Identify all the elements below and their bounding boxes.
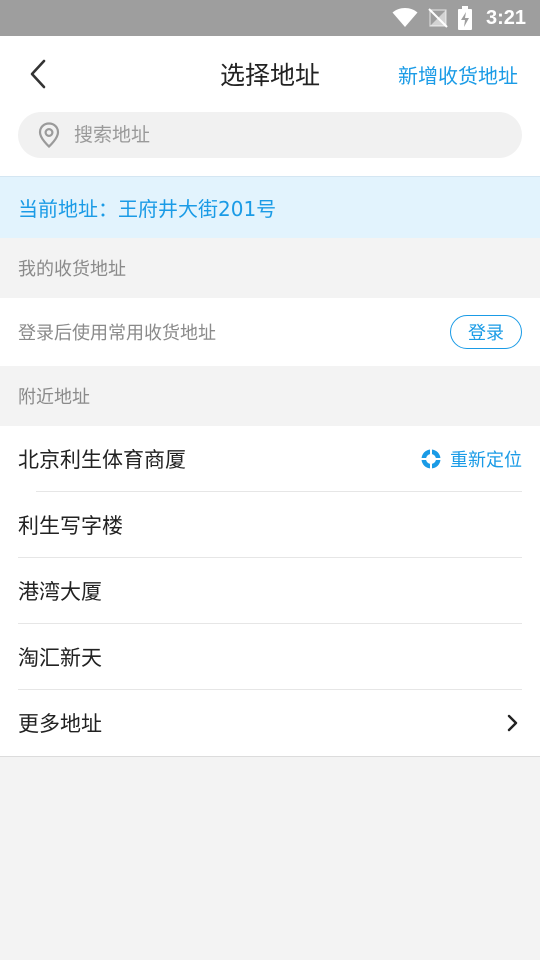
no-signal-icon	[428, 8, 448, 28]
more-addresses-item[interactable]: 更多地址	[0, 690, 540, 756]
locate-crosshair-icon	[420, 448, 442, 470]
list-item-label: 北京利生体育商厦	[18, 448, 186, 472]
search-section	[0, 112, 540, 176]
chevron-right-icon	[502, 713, 522, 733]
list-item[interactable]: 利生写字楼	[0, 492, 540, 558]
relocate-button[interactable]: 重新定位	[420, 446, 522, 472]
status-time: 3:21	[485, 6, 526, 29]
list-item-label: 利生写字楼	[18, 514, 123, 538]
relocate-label: 重新定位	[450, 450, 522, 471]
back-arrow-icon	[30, 59, 46, 89]
current-address-bar[interactable]: 当前地址：王府井大街201号	[0, 176, 540, 238]
my-addresses-title: 我的收货地址	[18, 259, 126, 280]
list-item-label: 港湾大厦	[18, 580, 102, 604]
nearby-list: 北京利生体育商厦 重新定位 利生写字楼 港湾大厦 淘汇新天 更多地址	[0, 426, 540, 757]
location-pin-icon	[36, 122, 62, 148]
list-item[interactable]: 淘汇新天	[0, 624, 540, 690]
search-box[interactable]	[18, 112, 522, 158]
header: 选择地址 新增收货地址	[0, 36, 540, 112]
search-input[interactable]	[74, 124, 454, 146]
battery-charging-icon	[457, 6, 472, 30]
login-row: 登录后使用常用收货地址 登录	[0, 298, 540, 366]
status-bar: 3:21	[0, 0, 540, 36]
nearby-title: 附近地址	[18, 387, 90, 408]
list-item[interactable]: 港湾大厦	[0, 558, 540, 624]
wifi-icon	[392, 8, 418, 28]
more-addresses-label: 更多地址	[18, 712, 102, 736]
list-item[interactable]: 北京利生体育商厦 重新定位	[0, 426, 540, 492]
add-address-link[interactable]: 新增收货地址	[398, 60, 518, 89]
login-button[interactable]: 登录	[450, 315, 522, 349]
login-hint: 登录后使用常用收货地址	[18, 323, 216, 344]
back-button[interactable]	[20, 56, 56, 92]
list-item-label: 淘汇新天	[18, 646, 102, 670]
current-address-text: 当前地址：王府井大街201号	[18, 197, 277, 221]
